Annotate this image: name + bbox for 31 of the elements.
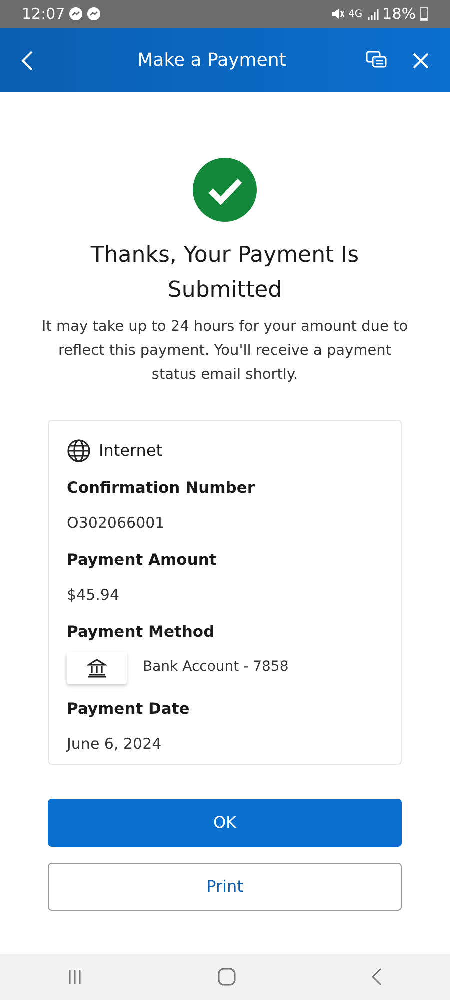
field-label: Payment Amount <box>67 550 218 571</box>
field-value: June 6, 2024 <box>67 734 163 756</box>
service-name: Internet <box>99 440 163 462</box>
field-value: O302066001 <box>67 513 166 534</box>
back-icon <box>20 50 34 72</box>
close-icon <box>412 52 430 70</box>
confirmation-title: Thanks, Your Payment Is Submitted <box>90 242 360 306</box>
field-value: Bank Account - 7858 <box>143 658 289 678</box>
mute-icon <box>330 7 345 21</box>
recent-apps-icon[interactable] <box>67 969 84 985</box>
ok-button[interactable]: OK <box>48 798 402 847</box>
check-icon <box>193 158 257 222</box>
field-value: $45.94 <box>67 585 120 606</box>
bank-icon <box>87 658 107 678</box>
field-label: Payment Method <box>67 622 216 643</box>
field-label: Confirmation Number <box>67 478 256 500</box>
chat-icon <box>366 50 388 71</box>
network-label: 4G <box>348 8 363 22</box>
print-button[interactable]: Print <box>48 862 402 911</box>
chat-bubble-icon <box>69 7 84 21</box>
home-icon[interactable] <box>218 968 236 986</box>
chat-bubble-icon <box>87 7 102 21</box>
field-label: Payment Date <box>67 698 191 720</box>
battery-percent: 18% <box>382 4 416 25</box>
signal-icon <box>366 8 379 20</box>
globe-icon <box>67 439 91 464</box>
confirmation-message: It may take up to 24 hours for your amount due to reflect this payment. You'll receive a payment status email shortly. <box>40 318 410 386</box>
battery-icon <box>420 7 428 21</box>
back-icon[interactable] <box>370 968 383 986</box>
page-title: Make a Payment <box>136 48 288 72</box>
status-time: 12:07 <box>22 4 66 25</box>
